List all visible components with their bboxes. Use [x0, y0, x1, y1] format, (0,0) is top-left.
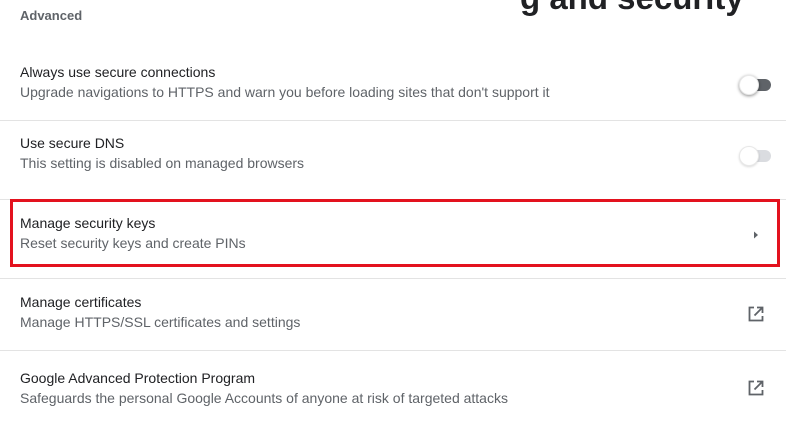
setting-description: This setting is disabled on managed brow… [20, 155, 305, 171]
setting-control [736, 121, 776, 190]
secure-connections-toggle[interactable] [739, 75, 773, 95]
setting-label: Manage certificates [20, 294, 142, 310]
clipped-page-heading: g and security [520, 0, 744, 18]
setting-label: Google Advanced Protection Program [20, 370, 256, 386]
setting-text: Manage security keys Reset security keys… [20, 213, 246, 253]
setting-row-secure-dns: Use secure DNS This setting is disabled … [0, 120, 786, 190]
setting-text: Google Advanced Protection Program Safeg… [20, 368, 508, 408]
setting-control [736, 50, 776, 120]
setting-description: Reset security keys and create PINs [20, 235, 246, 251]
setting-text: Use secure DNS This setting is disabled … [20, 133, 304, 173]
open-in-new-icon[interactable] [736, 353, 776, 422]
setting-label: Always use secure connections [20, 64, 216, 80]
open-in-new-icon[interactable] [736, 279, 776, 348]
setting-label: Manage security keys [20, 215, 156, 231]
setting-description: Safeguards the personal Google Accounts … [20, 390, 508, 406]
arrow-right-icon[interactable] [736, 200, 776, 269]
toggle-knob [739, 75, 759, 95]
setting-label: Use secure DNS [20, 135, 125, 151]
toggle-knob [739, 145, 759, 166]
setting-row-manage-security-keys[interactable]: Manage security keys Reset security keys… [0, 199, 786, 269]
section-title-advanced: Advanced [20, 8, 83, 23]
setting-row-secure-connections[interactable]: Always use secure connections Upgrade na… [0, 50, 786, 120]
setting-text: Always use secure connections Upgrade na… [20, 62, 550, 102]
setting-text: Manage certificates Manage HTTPS/SSL cer… [20, 292, 300, 332]
setting-row-advanced-protection[interactable]: Google Advanced Protection Program Safeg… [0, 350, 786, 420]
secure-dns-toggle [739, 145, 773, 166]
setting-description: Upgrade navigations to HTTPS and warn yo… [20, 84, 550, 100]
setting-row-manage-certificates[interactable]: Manage certificates Manage HTTPS/SSL cer… [0, 278, 786, 348]
setting-description: Manage HTTPS/SSL certificates and settin… [20, 314, 301, 330]
